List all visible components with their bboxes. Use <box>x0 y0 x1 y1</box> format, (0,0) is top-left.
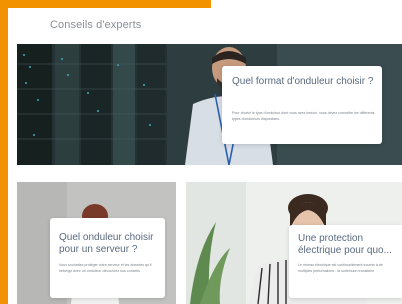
article-title[interactable]: Une protection électrique pour quo... <box>298 233 398 257</box>
accent-bar-top <box>0 0 211 8</box>
hero-text-card[interactable]: Quel format d'onduleur choisir ? Pour ch… <box>222 66 382 144</box>
card-left-text[interactable]: Quel onduleur choisir pour un serveur ? … <box>50 218 165 298</box>
article-description: Vous souhaitez protéger votre serveur et… <box>59 263 152 273</box>
card-right-text[interactable]: Une protection électrique pour quo... Le… <box>289 225 402 298</box>
page: Conseils d'experts Quel format d'onduleu… <box>0 0 402 304</box>
article-description: Le réseau électrique est continuellement… <box>298 263 383 273</box>
accent-bar-left <box>0 0 8 304</box>
section-title: Conseils d'experts <box>50 19 142 31</box>
article-title[interactable]: Quel format d'onduleur choisir ? <box>232 76 378 88</box>
article-description: Pour choisir le type d'onduleur dont vou… <box>232 111 375 121</box>
article-title[interactable]: Quel onduleur choisir pour un serveur ? <box>59 232 159 256</box>
